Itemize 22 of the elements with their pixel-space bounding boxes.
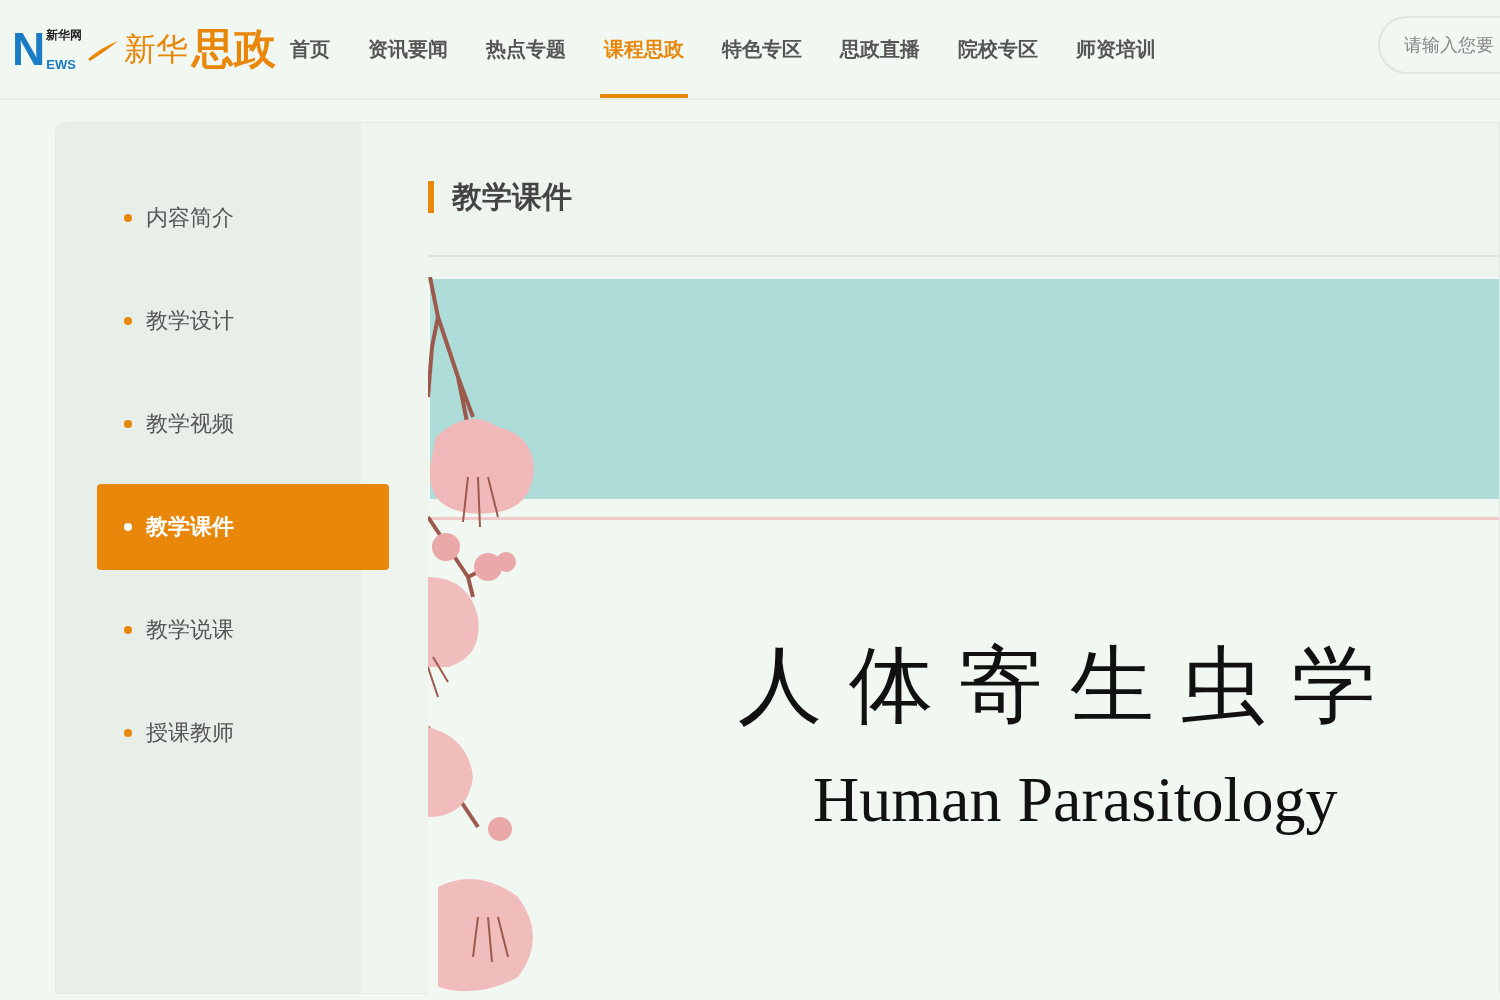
heading-marker (428, 181, 434, 213)
logo-text: EWS (46, 57, 77, 72)
nav-link[interactable]: 师资培训 (1072, 0, 1160, 98)
logo-letter: N (12, 26, 46, 72)
sidebar-item[interactable]: 教学设计 (97, 278, 389, 364)
sidebar-item[interactable]: 教学说课 (97, 587, 389, 673)
slide-subtitle: Human Parasitology (813, 763, 1338, 837)
nav-link[interactable]: 思政直播 (836, 0, 924, 98)
nav-link[interactable]: 资讯要闻 (364, 0, 452, 98)
brand-text: 思政 (192, 25, 277, 73)
logo-text: 新华网 (46, 28, 83, 43)
sidebar-item[interactable]: 授课教师 (97, 690, 389, 776)
search-field[interactable]: 请输入您要 (1378, 16, 1500, 74)
sidebar-item[interactable]: 教学视频 (97, 381, 389, 467)
nav-link[interactable]: 热点专题 (482, 0, 570, 98)
brand-text: 新华 (124, 29, 189, 69)
nav-link[interactable]: 特色专区 (718, 0, 806, 98)
slide-title: 人 体 寄 生 虫 学 (738, 635, 1376, 735)
nav-link[interactable]: 院校专区 (954, 0, 1042, 98)
nav-link[interactable]: 首页 (286, 0, 334, 98)
sidebar-item[interactable]: 内容简介 (97, 175, 389, 261)
section-heading: 教学课件 (452, 178, 572, 215)
